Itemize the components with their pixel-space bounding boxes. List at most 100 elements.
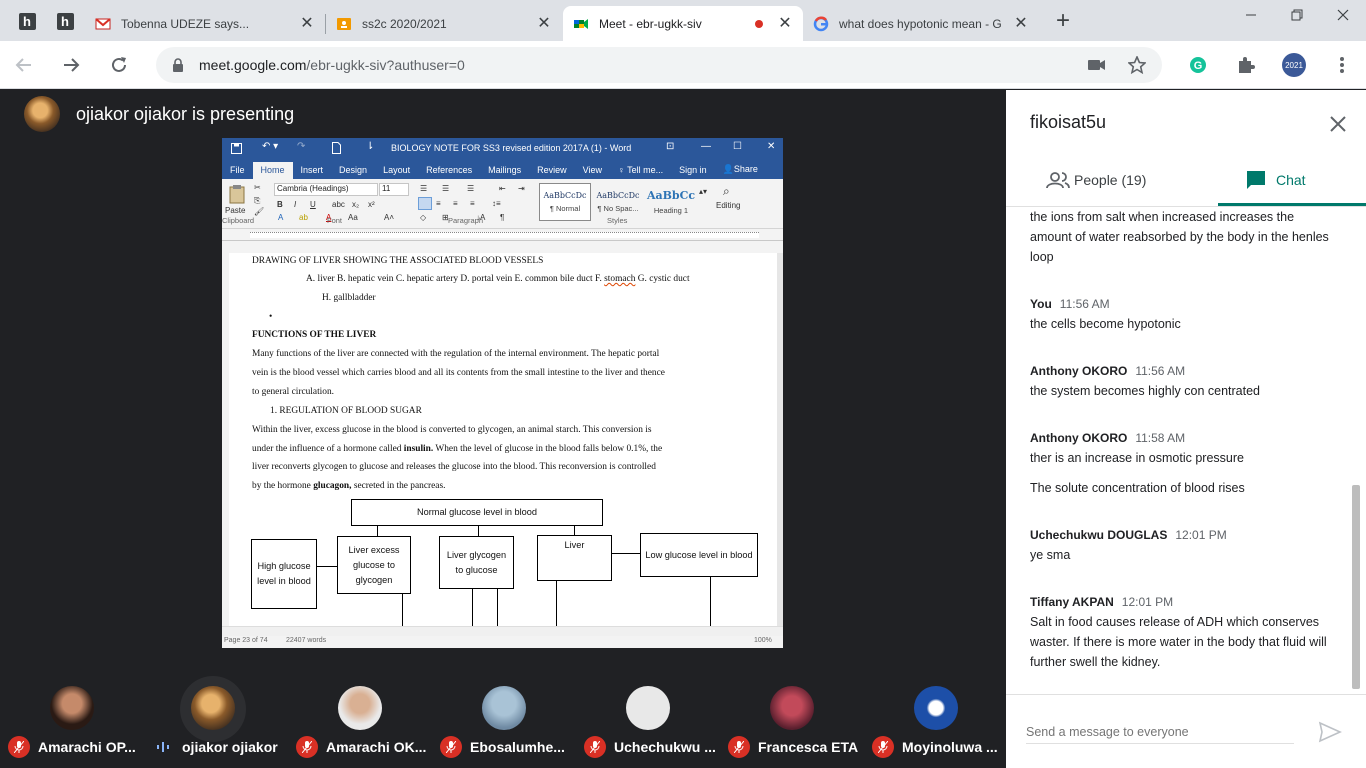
word-close-icon[interactable]: ✕ xyxy=(767,141,775,152)
close-tab-icon[interactable]: ✕ xyxy=(536,15,552,32)
close-tab-icon[interactable]: ✕ xyxy=(1013,15,1029,32)
extensions-button[interactable] xyxy=(1234,53,1258,77)
editing-label[interactable]: Editing xyxy=(716,201,740,210)
word-tab-file[interactable]: File xyxy=(222,162,253,179)
bold-icon[interactable]: B xyxy=(277,200,283,209)
tab-meet[interactable]: Meet - ebr-ugkk-siv ✕ xyxy=(563,6,803,41)
shading-icon[interactable]: ◇ xyxy=(420,213,426,222)
back-button[interactable] xyxy=(10,51,38,79)
decrease-indent-icon[interactable]: ⇤ xyxy=(499,184,506,193)
word-tab-references[interactable]: References xyxy=(418,162,480,179)
save-icon[interactable] xyxy=(231,143,242,154)
camera-icon[interactable] xyxy=(1088,58,1106,72)
tab-chat[interactable]: Chat xyxy=(1246,162,1306,198)
chat-message-input[interactable] xyxy=(1026,720,1294,744)
redo-icon[interactable]: ↷ xyxy=(297,141,305,152)
text-effects-icon[interactable]: A xyxy=(278,213,283,222)
cut-icon[interactable]: ✂ xyxy=(254,183,261,192)
style-normal[interactable]: AaBbCcDc ¶ Normal xyxy=(539,183,591,221)
chat-scrollbar[interactable] xyxy=(1352,485,1360,689)
paste-icon[interactable] xyxy=(228,184,246,204)
undo-icon[interactable]: ↶ ▾ xyxy=(262,141,278,152)
close-tab-icon[interactable]: ✕ xyxy=(777,15,793,32)
grow-font-icon[interactable]: A˄ xyxy=(384,213,394,222)
new-document-icon[interactable] xyxy=(332,142,341,154)
tell-me-box[interactable]: ♀ Tell me... xyxy=(610,162,671,179)
restore-button[interactable] xyxy=(1274,0,1320,30)
increase-indent-icon[interactable]: ⇥ xyxy=(518,184,525,193)
document-horizontal-scrollbar[interactable] xyxy=(222,626,783,636)
send-icon[interactable] xyxy=(1318,720,1342,744)
status-word-count[interactable]: 22407 words xyxy=(286,637,326,644)
align-left-button[interactable] xyxy=(418,197,432,210)
numbering-icon[interactable]: ☰ xyxy=(442,184,449,193)
pinned-tab-2[interactable]: h xyxy=(50,6,80,36)
status-zoom[interactable]: 100% xyxy=(754,637,772,644)
new-tab-button[interactable]: + xyxy=(1050,9,1076,35)
italic-icon[interactable]: I xyxy=(294,200,296,209)
address-bar[interactable]: meet.google.com/ebr-ugkk-siv?authuser=0 xyxy=(156,47,1162,83)
browser-menu-button[interactable] xyxy=(1330,53,1354,77)
share-button[interactable]: 👤Share xyxy=(715,161,766,179)
superscript-icon[interactable]: x² xyxy=(368,200,375,209)
styles-scroll-icon[interactable]: ▴▾ xyxy=(699,187,707,196)
align-center-icon[interactable]: ≡ xyxy=(436,199,441,208)
reload-button[interactable] xyxy=(105,51,133,79)
word-document-window[interactable]: ↶ ▾ ↷ ⇂ BIOLOGY NOTE FOR SS3 revised edi… xyxy=(222,138,783,648)
bookmark-star-icon[interactable] xyxy=(1128,56,1146,74)
font-name-box[interactable]: Cambria (Headings) xyxy=(274,183,378,196)
word-tab-review[interactable]: Review xyxy=(529,162,575,179)
close-window-button[interactable] xyxy=(1320,0,1366,30)
participant-tile[interactable]: ojiakor ojiakor xyxy=(144,648,288,768)
tab-people[interactable]: People (19) xyxy=(1046,162,1146,198)
justify-icon[interactable]: ≡ xyxy=(470,199,475,208)
participant-tile[interactable]: Amarachi OP... xyxy=(0,648,144,768)
align-right-icon[interactable]: ≡ xyxy=(453,199,458,208)
word-tab-home[interactable]: Home xyxy=(252,162,293,179)
format-painter-icon[interactable]: 🖌 xyxy=(254,207,264,216)
participant-tile[interactable]: Amarachi OK... xyxy=(288,648,432,768)
word-tab-view[interactable]: View xyxy=(575,162,610,179)
line-spacing-icon[interactable]: ↕≡ xyxy=(492,199,501,208)
horizontal-ruler[interactable] xyxy=(222,229,783,241)
highlight-icon[interactable]: ab xyxy=(299,213,308,222)
close-panel-icon[interactable] xyxy=(1326,112,1350,136)
subscript-icon[interactable]: x₂ xyxy=(352,200,359,209)
underline-icon[interactable]: U xyxy=(310,200,316,209)
show-formatting-icon[interactable]: ¶ xyxy=(500,213,504,222)
customize-toolbar-icon[interactable]: ⇂ xyxy=(366,141,374,152)
participant-tile[interactable]: Francesca ETA xyxy=(720,648,864,768)
tab-classroom[interactable]: ss2c 2020/2021 ✕ xyxy=(326,6,562,41)
word-maximize-icon[interactable]: ☐ xyxy=(733,141,742,152)
paste-label[interactable]: Paste xyxy=(225,206,245,215)
pinned-tab-1[interactable]: h xyxy=(12,6,42,36)
grammarly-extension[interactable]: G xyxy=(1186,53,1210,77)
profile-button[interactable]: 2021 xyxy=(1282,53,1306,77)
font-size-box[interactable]: 11 xyxy=(379,183,409,196)
sign-in-link[interactable]: Sign in xyxy=(671,162,715,179)
document-vertical-scrollbar[interactable] xyxy=(777,253,783,626)
tab-google-search[interactable]: what does hypotonic mean - G ✕ xyxy=(803,6,1039,41)
minimize-button[interactable] xyxy=(1228,0,1274,30)
tab-gmail[interactable]: Tobenna UDEZE says... ✕ xyxy=(85,6,325,41)
document-page[interactable]: DRAWING OF LIVER SHOWING THE ASSOCIATED … xyxy=(229,253,777,626)
status-page-count[interactable]: Page 23 of 74 xyxy=(224,637,268,644)
bullets-icon[interactable]: ☰ xyxy=(420,184,427,193)
participant-tile[interactable]: Uchechukwu ... xyxy=(576,648,720,768)
participant-tile[interactable]: Ebosalumhe... xyxy=(432,648,576,768)
forward-button[interactable] xyxy=(57,51,85,79)
chat-messages[interactable]: the ions from salt when increased increa… xyxy=(1006,207,1366,693)
word-tab-design[interactable]: Design xyxy=(331,162,375,179)
word-tab-insert[interactable]: Insert xyxy=(293,162,332,179)
word-tab-layout[interactable]: Layout xyxy=(375,162,418,179)
find-icon[interactable]: ⌕ xyxy=(723,184,730,199)
multilevel-list-icon[interactable]: ☰ xyxy=(467,184,474,193)
style-heading-1[interactable]: AaBbCc Heading 1 xyxy=(645,183,697,221)
change-case-icon[interactable]: Aa xyxy=(348,213,358,222)
word-tab-mailings[interactable]: Mailings xyxy=(480,162,529,179)
strikethrough-icon[interactable]: abc xyxy=(332,200,345,209)
copy-icon[interactable]: ⎘ xyxy=(254,196,260,206)
participant-tile[interactable]: Moyinoluwa ... xyxy=(864,648,1008,768)
ribbon-display-icon[interactable]: ⊡ xyxy=(666,141,674,152)
close-tab-icon[interactable]: ✕ xyxy=(299,15,315,32)
